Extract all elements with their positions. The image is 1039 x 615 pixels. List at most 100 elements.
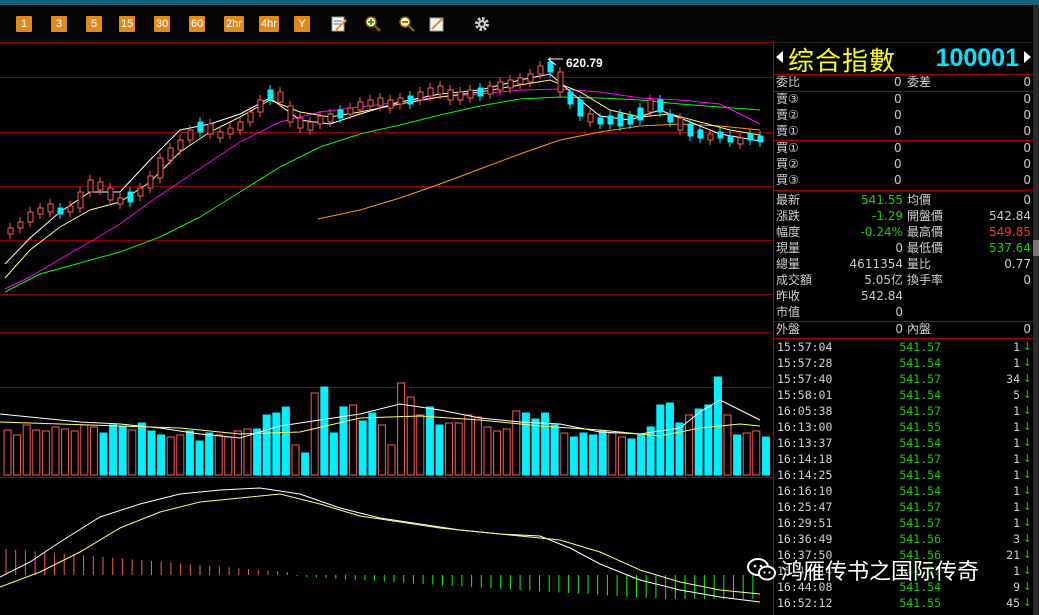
tick-dir: ↓ [1022, 500, 1032, 513]
high-marker: 620.79 [547, 56, 603, 70]
tick-time: 16:29:51 [777, 516, 833, 530]
tick-dir: ↓ [1022, 548, 1032, 561]
next-arrow-icon[interactable] [1024, 51, 1031, 63]
bid-row-1: 買① 0 0 [776, 141, 1031, 155]
tick-price: 541.57 [899, 452, 941, 466]
stat-row-totvol: 總量 4611354 量比 0.77 [776, 257, 1031, 271]
gear-icon[interactable] [473, 15, 491, 33]
tick-dir: ↓ [1022, 596, 1032, 609]
tick-price: 541.57 [899, 500, 941, 514]
wechat-icon [747, 558, 776, 581]
period-60-button[interactable]: 60 [189, 16, 206, 32]
tick-vol: 1 [1013, 420, 1020, 434]
tick-row: 15:57:28 541.54 1 ↓ [774, 355, 1033, 371]
instrument-code: 100001 [935, 44, 1019, 72]
tick-price: 541.57 [899, 516, 941, 530]
stat-row-pct: 幅度 -0.24% 最高價 549.85 [776, 225, 1031, 239]
moving-average-lines [4, 73, 761, 293]
stat-row-amount: 成交額 5.05亿 換手率 0 [776, 273, 1031, 287]
quote-panel: 综合指數 100001 委比 0 委差 0 賣③ 0 0 賣② 0 0 賣① 0… [773, 42, 1033, 615]
tick-dir: ↓ [1022, 452, 1032, 465]
tick-vol: 1 [1013, 516, 1020, 530]
tick-dir: ↓ [1022, 436, 1032, 449]
tick-dir: ↓ [1022, 468, 1032, 481]
tick-vol: 1 [1013, 436, 1020, 450]
bid-row-3: 買③ 0 0 [776, 173, 1031, 187]
tick-time: 16:36:49 [777, 532, 833, 546]
tick-row: 15:57:40 541.57 34 ↓ [774, 371, 1033, 387]
ask-row-3: 賣③ 0 0 [776, 92, 1031, 106]
tick-price: 541.55 [899, 596, 941, 610]
period-15-button[interactable]: 15 [119, 16, 136, 32]
period-4hr-button[interactable]: 4hr [259, 16, 279, 32]
stat-row-outer-inner: 外盤 0 內盤 0 [776, 322, 1031, 336]
tick-dir: ↓ [1022, 580, 1032, 593]
tick-time: 16:13:37 [777, 436, 833, 450]
period-1-button[interactable]: 1 [16, 16, 32, 32]
tick-dir: ↓ [1022, 388, 1032, 401]
stat-row-change: 漲跌 -1.29 開盤價 542.84 [776, 209, 1031, 223]
period-5-button[interactable]: 5 [86, 16, 102, 32]
period-y-button[interactable]: Y [294, 16, 310, 32]
price-chart[interactable]: 620.79 [0, 42, 773, 615]
tick-vol: 1 [1013, 484, 1020, 498]
bid-row-2: 買② 0 0 [776, 157, 1031, 171]
period-2hr-button[interactable]: 2hr [224, 16, 244, 32]
tick-dir: ↓ [1022, 516, 1032, 529]
tick-row: 16:13:37 541.54 1 ↓ [774, 435, 1033, 451]
tick-vol: 3 [1013, 532, 1020, 546]
tick-row: 16:25:47 541.57 1 ↓ [774, 499, 1033, 515]
tick-dir: ↓ [1022, 340, 1032, 353]
stat-row-last: 最新 541.55 均價 0 [776, 193, 1031, 207]
tick-vol: 45 [1006, 596, 1020, 610]
high-price-label: 620.79 [566, 56, 603, 70]
order-ratio-row: 委比 0 委差 0 [776, 75, 1031, 89]
window-scrollbar[interactable] [1033, 5, 1039, 615]
tick-price: 541.54 [899, 356, 941, 370]
tick-time: 15:58:01 [777, 388, 833, 402]
tick-dir: ↓ [1022, 484, 1032, 497]
tick-dir: ↓ [1022, 356, 1032, 369]
tick-vol: 1 [1013, 452, 1020, 466]
tick-dir: ↓ [1022, 372, 1032, 385]
tick-row: 16:05:38 541.57 1 ↓ [774, 403, 1033, 419]
chart-edit-icon[interactable] [330, 15, 348, 33]
ask-row-2: 賣② 0 0 [776, 108, 1031, 122]
tick-time: 16:14:18 [777, 452, 833, 466]
tick-vol: 5 [1013, 388, 1020, 402]
tick-vol: 34 [1006, 372, 1020, 386]
zoom-out-icon[interactable] [398, 15, 416, 33]
tick-price: 541.56 [899, 532, 941, 546]
tick-price: 541.55 [899, 420, 941, 434]
tick-row: 15:58:01 541.54 5 ↓ [774, 387, 1033, 403]
tick-price: 541.57 [899, 340, 941, 354]
tick-time: 16:05:38 [777, 404, 833, 418]
tick-dir: ↓ [1022, 404, 1032, 417]
tick-row: 16:29:51 541.57 1 ↓ [774, 515, 1033, 531]
zoom-in-icon[interactable] [364, 15, 382, 33]
tick-time: 16:14:25 [777, 468, 833, 482]
period-30-button[interactable]: 30 [154, 16, 171, 32]
prev-arrow-icon[interactable] [776, 51, 783, 63]
tick-dir: ↓ [1022, 564, 1032, 577]
candlesticks [7, 57, 764, 239]
period-3-button[interactable]: 3 [51, 16, 67, 32]
tick-time: 16:16:10 [777, 484, 833, 498]
tick-vol: 1 [1013, 564, 1020, 578]
watermark: 鸿雁传书之国际传奇 [741, 553, 1011, 587]
tick-row: 15:57:04 541.57 1 ↓ [774, 339, 1033, 355]
stat-row-mktval: 市值 0 [776, 305, 903, 319]
tick-dir: ↓ [1022, 420, 1032, 433]
scrollbar-thumb[interactable] [1033, 240, 1039, 256]
tick-vol: 1 [1013, 340, 1020, 354]
tick-time: 16:13:00 [777, 420, 833, 434]
tick-price: 541.54 [899, 436, 941, 450]
draw-line-icon[interactable] [428, 15, 446, 33]
tick-price: 541.57 [899, 404, 941, 418]
tick-row: 16:16:10 541.54 1 ↓ [774, 483, 1033, 499]
tick-price: 541.57 [899, 372, 941, 386]
tick-row: 16:13:00 541.55 1 ↓ [774, 419, 1033, 435]
tick-time: 15:57:28 [777, 356, 833, 370]
instrument-name: 综合指數 [788, 47, 897, 77]
tick-time: 15:57:40 [777, 372, 833, 386]
